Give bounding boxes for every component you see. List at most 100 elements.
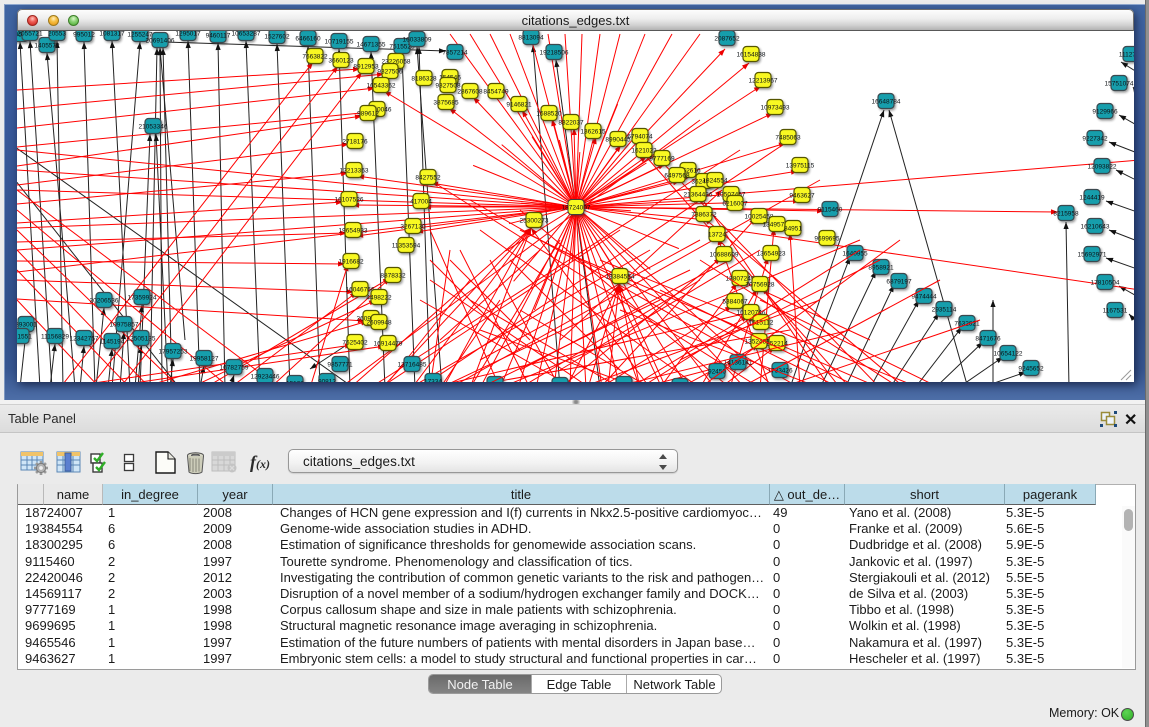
- svg-text:19384554: 19384554: [606, 274, 635, 281]
- svg-text:995012: 995012: [73, 32, 95, 39]
- svg-text:9227342: 9227342: [1082, 136, 1108, 143]
- svg-text:19218506: 19218506: [540, 50, 569, 57]
- svg-text:12451: 12451: [615, 382, 633, 383]
- svg-text:2935114: 2935114: [932, 307, 957, 314]
- svg-text:16107526: 16107526: [335, 197, 364, 204]
- svg-text:8427552: 8427552: [415, 175, 441, 182]
- svg-text:2055721: 2055721: [17, 31, 43, 38]
- svg-text:8912953: 8912953: [353, 64, 379, 71]
- svg-text:7857214: 7857214: [442, 50, 468, 57]
- svg-text:1824554: 1824554: [702, 178, 728, 185]
- svg-text:1244419: 1244419: [1079, 195, 1105, 202]
- svg-text:1167531: 1167531: [1103, 308, 1128, 315]
- svg-text:1362615: 1362615: [580, 129, 606, 136]
- svg-text:25300273: 25300273: [520, 218, 549, 225]
- svg-text:1916682: 1916682: [338, 259, 364, 266]
- svg-text:10653287: 10653287: [232, 31, 261, 38]
- svg-text:9245652: 9245652: [1018, 366, 1044, 373]
- svg-text:6879197: 6879197: [886, 279, 912, 286]
- svg-text:9460117: 9460117: [206, 33, 231, 40]
- svg-text:9463627: 9463627: [789, 193, 815, 200]
- svg-text:9115460: 9115460: [818, 207, 843, 214]
- svg-text:8454749: 8454749: [483, 89, 509, 96]
- svg-text:1405572: 1405572: [34, 43, 60, 50]
- svg-text:70756928: 70756928: [746, 282, 775, 289]
- svg-text:17334: 17334: [424, 379, 442, 383]
- svg-text:3267130: 3267130: [400, 224, 426, 231]
- svg-text:17810504: 17810504: [1091, 280, 1120, 287]
- svg-text:11156829: 11156829: [41, 334, 69, 341]
- svg-text:4498222: 4498222: [366, 295, 392, 302]
- svg-text:20691406: 20691406: [146, 38, 175, 45]
- svg-text:12342757: 12342757: [70, 336, 99, 343]
- svg-text:8958921: 8958921: [868, 265, 894, 272]
- svg-text:1295017: 1295017: [175, 31, 201, 38]
- svg-text:16033809: 16033809: [403, 37, 432, 44]
- svg-text:15692971: 15692971: [1078, 252, 1107, 259]
- svg-text:10688609: 10688609: [710, 252, 739, 259]
- svg-text:8471676: 8471676: [975, 336, 1001, 343]
- svg-text:9129966: 9129966: [1092, 109, 1118, 116]
- svg-text:19654933: 19654933: [339, 228, 368, 235]
- svg-text:13716485: 13716485: [398, 362, 427, 369]
- svg-text:16210643: 16210643: [1081, 224, 1110, 231]
- svg-text:8215958: 8215958: [1053, 211, 1079, 218]
- svg-text:12505135: 12505135: [127, 336, 156, 343]
- svg-text:16648784: 16648784: [872, 99, 901, 106]
- svg-text:92450: 92450: [708, 369, 726, 376]
- svg-text:393001: 393001: [17, 322, 37, 329]
- svg-text:13975115: 13975115: [786, 163, 815, 170]
- svg-text:9857771: 9857771: [327, 362, 353, 369]
- svg-text:98121: 98121: [486, 382, 504, 383]
- svg-text:21053346: 21053346: [139, 124, 168, 131]
- svg-text:6497568: 6497568: [664, 173, 690, 180]
- svg-text:10719155: 10719155: [325, 39, 354, 46]
- svg-text:7485063: 7485063: [775, 135, 801, 142]
- svg-text:10654122: 10654122: [994, 351, 1023, 358]
- svg-text:8878332: 8878332: [380, 273, 406, 280]
- svg-text:17957253: 17957253: [159, 349, 188, 356]
- svg-text:15751074: 15751074: [1105, 81, 1134, 88]
- svg-text:6216007: 6216007: [722, 201, 748, 208]
- svg-text:16543362: 16543362: [367, 83, 396, 90]
- svg-text:6466160: 6466160: [295, 36, 321, 43]
- svg-text:1588520: 1588520: [536, 111, 562, 118]
- svg-text:84951: 84951: [784, 226, 802, 233]
- svg-text:1615112: 1615112: [749, 320, 774, 327]
- svg-text:8186328: 8186328: [411, 76, 437, 83]
- svg-text:1527602: 1527602: [264, 34, 290, 41]
- svg-text:2609948: 2609948: [366, 320, 392, 327]
- svg-text:14671355: 14671355: [357, 42, 386, 49]
- svg-text:19958127: 19958127: [190, 356, 219, 363]
- svg-text:20553: 20553: [48, 31, 66, 38]
- svg-text:1640955: 1640955: [842, 251, 868, 258]
- svg-text:13724: 13724: [708, 232, 726, 239]
- svg-text:15123: 15123: [286, 381, 304, 383]
- svg-text:6794074: 6794074: [627, 134, 653, 141]
- svg-text:3875685: 3875685: [433, 100, 459, 107]
- svg-text:8322037: 8322037: [558, 120, 584, 127]
- svg-text:2087652: 2087652: [714, 36, 740, 43]
- svg-text:9146821: 9146821: [506, 102, 532, 109]
- svg-text:8813094: 8813094: [518, 35, 544, 42]
- svg-text:7386372: 7386372: [691, 212, 717, 219]
- svg-text:7625402: 7625402: [342, 340, 368, 347]
- svg-text:3660123: 3660123: [328, 58, 354, 65]
- svg-text:16154838: 16154838: [737, 52, 766, 59]
- svg-text:1621022: 1621022: [631, 148, 657, 155]
- svg-text:2718176: 2718176: [342, 139, 368, 146]
- svg-text:2867608: 2867608: [457, 89, 483, 96]
- svg-text:391551: 391551: [17, 334, 32, 341]
- svg-text:9327506: 9327506: [377, 69, 403, 76]
- svg-text:9777169: 9777169: [649, 156, 675, 163]
- svg-text:11353594: 11353594: [392, 243, 421, 250]
- svg-text:13654923: 13654923: [757, 251, 786, 258]
- svg-text:10973493: 10973493: [761, 105, 790, 112]
- svg-text:18724007: 18724007: [562, 205, 591, 212]
- svg-text:12923446: 12923446: [251, 374, 280, 381]
- svg-text:12213967: 12213967: [749, 78, 778, 85]
- svg-text:21364436: 21364436: [684, 192, 713, 199]
- svg-text:7663822: 7663822: [302, 54, 328, 61]
- svg-text:90812: 90812: [318, 379, 336, 383]
- svg-text:16914479: 16914479: [374, 341, 403, 348]
